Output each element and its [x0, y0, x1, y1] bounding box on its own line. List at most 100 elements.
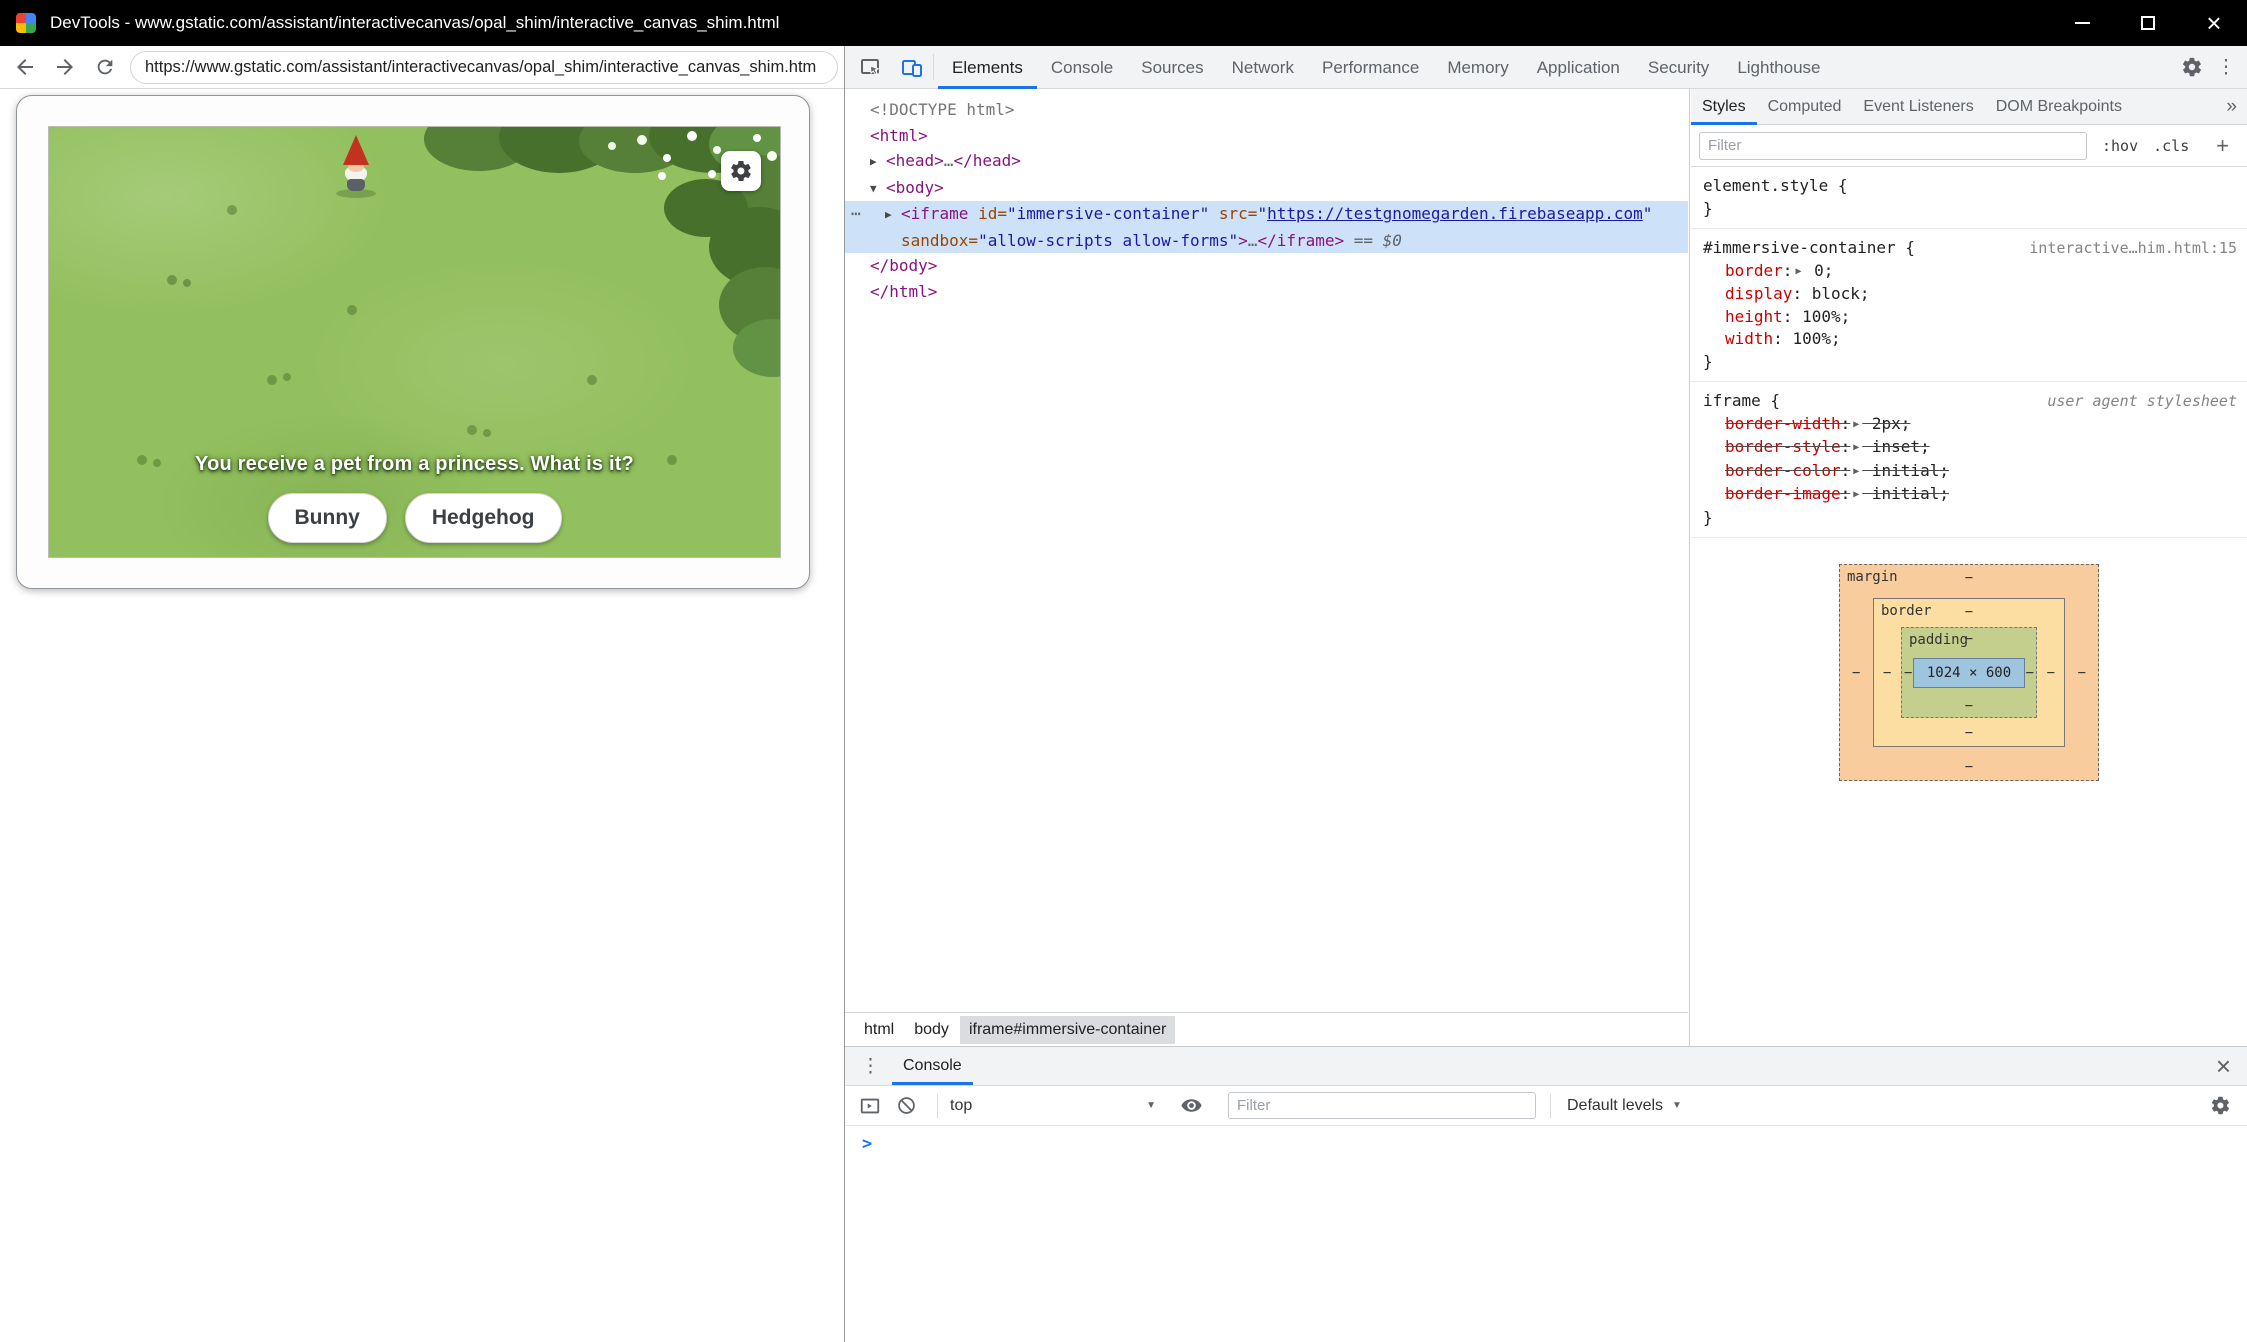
box-model-border[interactable]: border − − − − padding − − − − 1024 × 60… [1873, 598, 2065, 747]
styles-sidebar-tabs: StylesComputedEvent ListenersDOM Breakpo… [1691, 89, 2247, 125]
toolbar-separator [1550, 1094, 1551, 1118]
tab-lighthouse[interactable]: Lighthouse [1723, 46, 1834, 89]
margin-left-value[interactable]: − [1852, 665, 1860, 681]
console-levels-dropdown[interactable]: Default levels ▼ [1567, 1097, 1682, 1115]
devtools-panel: ElementsConsoleSourcesNetworkPerformance… [845, 46, 2247, 1342]
css-property-border-image[interactable]: border-image:▶ initial; [1703, 483, 2237, 507]
chevron-down-icon: ▼ [1146, 1100, 1156, 1111]
drawer-tab-console[interactable]: Console [892, 1047, 973, 1085]
pane-divider[interactable] [844, 46, 845, 1342]
tab-security[interactable]: Security [1634, 46, 1723, 89]
tab-memory[interactable]: Memory [1433, 46, 1522, 89]
more-actions-icon[interactable]: ⋯ [851, 201, 862, 227]
css-selector[interactable]: element.style [1703, 175, 1828, 198]
tab-network[interactable]: Network [1218, 46, 1308, 89]
node-head[interactable]: ▶<head>…</head> [845, 148, 1688, 175]
padding-bottom-value[interactable]: − [1965, 698, 1973, 714]
node-doctype[interactable]: <!DOCTYPE html> [845, 97, 1688, 123]
sidebar-tab-event-listeners[interactable]: Event Listeners [1852, 89, 1984, 125]
maximize-button[interactable] [2115, 0, 2181, 46]
game-choices: Bunny Hedgehog [49, 493, 780, 543]
console-sidebar-toggle[interactable] [857, 1093, 883, 1119]
node-body-open[interactable]: ▼<body> [845, 175, 1688, 202]
close-button[interactable]: × [2181, 0, 2247, 46]
tab-console[interactable]: Console [1037, 46, 1127, 89]
clear-console-icon [896, 1095, 917, 1116]
overflow-tabs-icon[interactable]: » [2226, 96, 2237, 118]
box-model-margin[interactable]: margin − − − − border − − − − padding − [1839, 564, 2099, 781]
stylesheet-source-link[interactable]: user agent stylesheet [2037, 390, 2237, 413]
box-model-padding[interactable]: padding − − − − 1024 × 600 [1901, 627, 2037, 718]
stylesheet-source-link[interactable]: interactive…him.html:15 [2019, 237, 2237, 260]
breadcrumb-body[interactable]: body [905, 1016, 958, 1044]
settings-button[interactable] [2175, 50, 2209, 84]
box-model-diagram: margin − − − − border − − − − padding − [1691, 538, 2247, 811]
console-context-dropdown[interactable]: top ▼ [950, 1097, 1160, 1115]
devtools-tabbar-right: ⋮ [2175, 50, 2247, 84]
inspect-element-button[interactable] [853, 50, 887, 84]
minimize-button[interactable] [2049, 0, 2115, 46]
devtools-menu-icon[interactable]: ⋮ [2213, 56, 2239, 79]
breadcrumb-html[interactable]: html [855, 1016, 903, 1044]
sidebar-tab-computed[interactable]: Computed [1757, 89, 1853, 125]
new-style-rule-button[interactable]: + [2216, 133, 2229, 159]
border-left-value[interactable]: − [1883, 665, 1891, 681]
drawer-menu-icon[interactable]: ⋮ [861, 1055, 880, 1078]
tab-sources[interactable]: Sources [1127, 46, 1217, 89]
console-settings-button[interactable] [2207, 1093, 2233, 1119]
breadcrumb-iframe-immersive-container[interactable]: iframe#immersive-container [960, 1016, 1175, 1044]
live-expression-button[interactable] [1178, 1093, 1204, 1119]
border-right-value[interactable]: − [2047, 665, 2055, 681]
expand-arrow-icon[interactable]: ▶ [885, 202, 901, 228]
console-input-row[interactable]: > [845, 1126, 2247, 1342]
expand-arrow-icon[interactable]: ▶ [870, 149, 886, 175]
padding-left-value[interactable]: − [1904, 665, 1912, 681]
url-bar[interactable]: https://www.gstatic.com/assistant/intera… [130, 51, 838, 84]
expand-arrow-icon[interactable]: ▼ [870, 176, 886, 202]
game-question: You receive a pet from a princess. What … [49, 453, 780, 476]
hedgehog-button[interactable]: Hedgehog [405, 493, 562, 543]
css-property-border[interactable]: border:▶ 0; [1703, 260, 2237, 284]
window-controls: × [2049, 0, 2247, 46]
device-toolbar-button[interactable] [895, 50, 929, 84]
console-filter-input[interactable] [1228, 1092, 1536, 1119]
devtools-main: <!DOCTYPE html><html>▶<head>…</head>▼<bo… [845, 89, 2247, 1046]
border-top-value[interactable]: − [1965, 604, 1973, 620]
clear-console-button[interactable] [893, 1093, 919, 1119]
node-body-close[interactable]: </body> [845, 253, 1688, 279]
css-selector[interactable]: #immersive-container [1703, 237, 1896, 260]
sidebar-tab-dom-breakpoints[interactable]: DOM Breakpoints [1985, 89, 2133, 125]
css-property-border-width[interactable]: border-width:▶ 2px; [1703, 413, 2237, 437]
css-property-display[interactable]: display: block; [1703, 283, 2237, 306]
box-model-content[interactable]: 1024 × 600 [1913, 658, 2025, 688]
padding-top-value[interactable]: − [1965, 631, 1973, 647]
drawer-close-icon[interactable]: × [2216, 1053, 2231, 1079]
toggle-element-state-button[interactable]: :hov [2102, 137, 2138, 155]
css-selector[interactable]: iframe [1703, 390, 1761, 413]
tab-elements[interactable]: Elements [938, 46, 1037, 89]
css-property-width[interactable]: width: 100%; [1703, 328, 2237, 351]
bunny-button[interactable]: Bunny [268, 493, 387, 543]
node-html-open[interactable]: <html> [845, 123, 1688, 149]
console-drawer: ⋮ Console × top ▼ Default levels ▼ [845, 1046, 2247, 1342]
styles-filter-input[interactable] [1699, 132, 2087, 160]
element-classes-button[interactable]: .cls [2153, 137, 2189, 155]
back-button[interactable] [10, 52, 40, 82]
border-bottom-value[interactable]: − [1965, 725, 1973, 741]
tab-application[interactable]: Application [1523, 46, 1634, 89]
forward-button[interactable] [50, 52, 80, 82]
game-settings-button[interactable] [721, 151, 761, 191]
reload-button[interactable] [90, 52, 120, 82]
styles-sidebar: StylesComputedEvent ListenersDOM Breakpo… [1691, 89, 2247, 1046]
css-property-border-color[interactable]: border-color:▶ initial; [1703, 460, 2237, 484]
tab-performance[interactable]: Performance [1308, 46, 1433, 89]
node-html-close[interactable]: </html> [845, 279, 1688, 305]
css-property-height[interactable]: height: 100%; [1703, 306, 2237, 329]
css-property-border-style[interactable]: border-style:▶ inset; [1703, 436, 2237, 460]
margin-top-value[interactable]: − [1965, 570, 1973, 586]
node-iframe[interactable]: ⋯▶<iframe id="immersive-container" src="… [845, 201, 1688, 253]
margin-bottom-value[interactable]: − [1965, 759, 1973, 775]
margin-right-value[interactable]: − [2078, 665, 2086, 681]
sidebar-tab-styles[interactable]: Styles [1691, 89, 1757, 125]
padding-right-value[interactable]: − [2026, 665, 2034, 681]
